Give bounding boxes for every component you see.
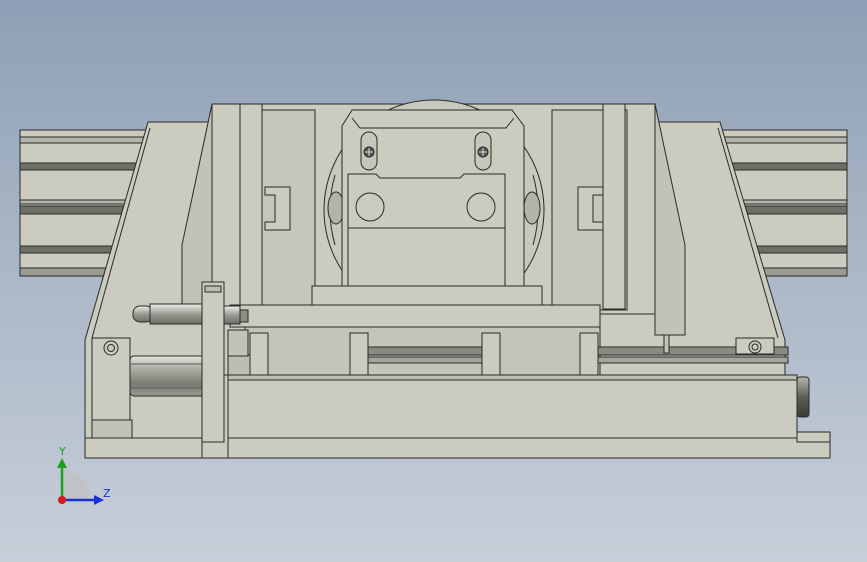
triad-quadrant bbox=[62, 469, 91, 500]
cad-viewport[interactable]: Y Z bbox=[0, 0, 867, 562]
gripper-block bbox=[347, 173, 506, 301]
end-stop-cap bbox=[796, 376, 810, 418]
z-axis-label: Z bbox=[103, 487, 111, 500]
column-base-plate bbox=[311, 285, 543, 307]
right-adjust-slot bbox=[474, 131, 492, 171]
y-axis-label: Y bbox=[58, 445, 66, 458]
air-cylinder bbox=[129, 355, 206, 397]
left-cylinder-bracket bbox=[91, 337, 133, 439]
cad-model-drawing: Y Z bbox=[19, 99, 848, 505]
piston-rod bbox=[132, 303, 249, 325]
left-adjust-slot bbox=[360, 131, 378, 171]
x-axis-point bbox=[58, 496, 66, 504]
